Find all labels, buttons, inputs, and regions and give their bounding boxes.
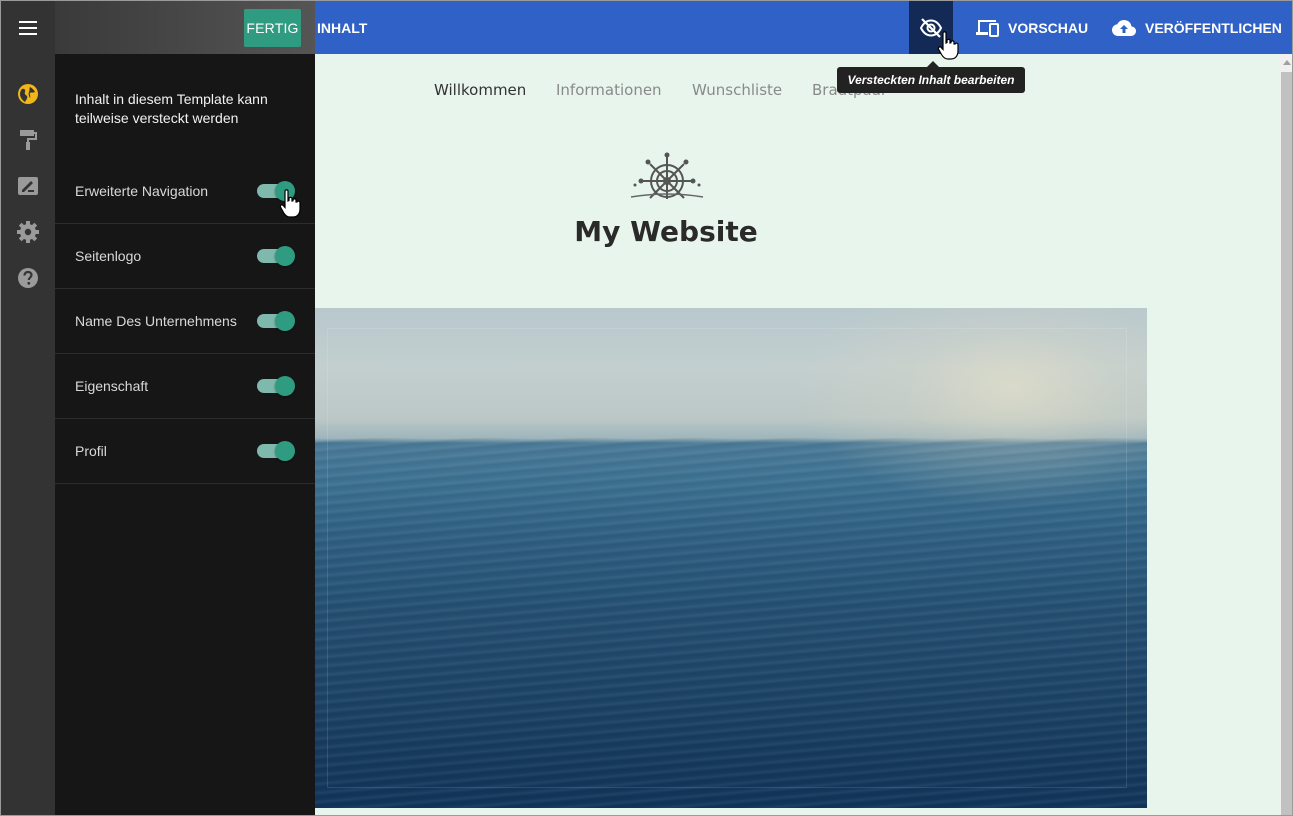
paint-roller-icon	[20, 130, 37, 150]
devices-icon	[976, 19, 999, 37]
panel-intro-text: Inhalt in diesem Template kann teilweise…	[75, 91, 268, 126]
toggle-row-erweiterte-navigation: Erweiterte Navigation	[55, 159, 315, 224]
toggle-row-profil: Profil	[55, 419, 315, 484]
switch-knob	[275, 181, 295, 201]
toggle-switch-erweiterte-navigation[interactable]	[257, 180, 295, 202]
switch-knob	[275, 311, 295, 331]
rail-item-design[interactable]	[16, 128, 40, 152]
hidden-content-button[interactable]	[909, 1, 953, 54]
scrollbar-thumb[interactable]	[1281, 72, 1292, 815]
eye-off-icon	[919, 17, 943, 38]
app-window: Willkommen Informationen Wunschliste Bra…	[0, 0, 1293, 816]
edit-note-icon	[18, 177, 38, 195]
publish-label: VERÖFFENTLICHEN	[1145, 19, 1282, 36]
toggle-label: Name Des Unternehmens	[75, 313, 237, 329]
cloud-upload-icon	[1112, 19, 1136, 36]
toggle-label: Eigenschaft	[75, 378, 149, 394]
toggle-switch-seitenlogo[interactable]	[257, 245, 295, 267]
switch-knob	[275, 246, 295, 266]
scrollbar[interactable]	[1279, 54, 1292, 815]
rail-item-content[interactable]	[16, 82, 40, 106]
rail-item-help[interactable]	[16, 266, 40, 290]
hero-inner-border	[327, 328, 1127, 788]
site-title[interactable]: My Website	[315, 215, 1017, 248]
gear-icon	[17, 221, 39, 243]
tooltip: Versteckten Inhalt bearbeiten	[837, 61, 1025, 93]
toggle-label: Erweiterte Navigation	[75, 183, 209, 199]
toggle-label: Profil	[75, 443, 107, 459]
site-nav-item-informationen[interactable]: Informationen	[556, 81, 662, 99]
site-navigation: Willkommen Informationen Wunschliste Bra…	[315, 81, 1279, 103]
toggle-switch-profil[interactable]	[257, 440, 295, 462]
rail-item-settings[interactable]	[16, 220, 40, 244]
toggle-row-name-des-unternehmens: Name Des Unternehmens	[55, 289, 315, 354]
toggle-row-eigenschaft: Eigenschaft	[55, 354, 315, 419]
hamburger-menu-icon	[19, 20, 37, 35]
content-tab[interactable]: INHALT	[317, 1, 367, 54]
rail-item-text[interactable]	[16, 174, 40, 198]
done-button[interactable]: FERTIG	[244, 9, 301, 47]
toggle-switch-name-des-unternehmens[interactable]	[257, 310, 295, 332]
site-nav-item-wunschliste[interactable]: Wunschliste	[692, 81, 782, 99]
help-icon	[18, 268, 38, 288]
switch-knob	[275, 376, 295, 396]
switch-knob	[275, 441, 295, 461]
side-rail	[1, 54, 55, 815]
menu-button[interactable]	[1, 1, 55, 54]
top-bar: FERTIG INHALT VORSCHAU VERÖFFENTLICHEN	[1, 1, 1292, 54]
scroll-up-arrow-icon[interactable]	[1283, 60, 1291, 65]
site-nav-item-willkommen[interactable]: Willkommen	[434, 81, 526, 99]
hidden-content-panel: Inhalt in diesem Template kann teilweise…	[55, 54, 315, 815]
globe-icon	[18, 84, 38, 104]
preview-label: VORSCHAU	[1008, 19, 1089, 36]
hero-image	[315, 308, 1147, 808]
toggle-switch-eigenschaft[interactable]	[257, 375, 295, 397]
preview-button[interactable]: VORSCHAU	[974, 1, 1088, 54]
ship-wheel-icon	[630, 152, 704, 199]
toggle-row-seitenlogo: Seitenlogo	[55, 224, 315, 289]
publish-button[interactable]: VERÖFFENTLICHEN	[1111, 1, 1282, 54]
toggle-label: Seitenlogo	[75, 248, 142, 264]
